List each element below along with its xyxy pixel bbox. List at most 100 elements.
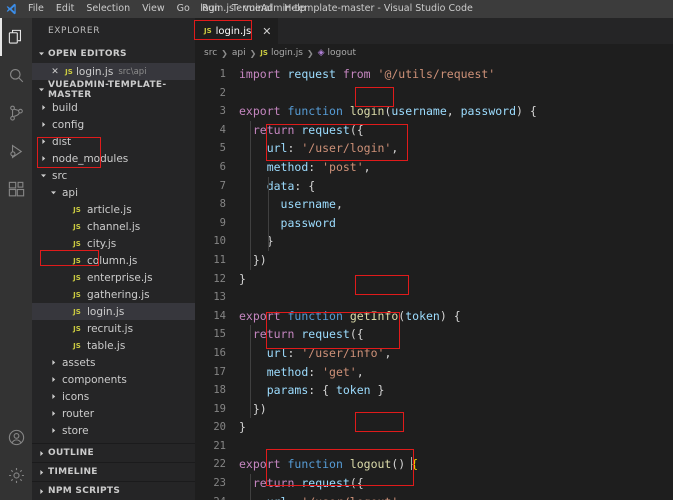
code-line[interactable]: }) xyxy=(239,251,673,270)
breadcrumb-item-logout[interactable]: ◈ logout xyxy=(318,48,356,58)
explorer-tree[interactable]: OPEN EDITORS ✕ JS login.js src\api VUEAD… xyxy=(32,44,195,443)
code-token: , xyxy=(336,197,343,211)
menu-item-terminal[interactable]: Terminal xyxy=(226,0,278,18)
code-line[interactable]: import request from '@/utils/request' xyxy=(239,65,673,84)
code-line[interactable]: url: '/user/info', xyxy=(239,344,673,363)
code-token: } xyxy=(371,383,385,397)
code-line[interactable]: export function logout() { xyxy=(239,455,673,474)
code-editor[interactable]: 1234567891011121314151617181920212223242… xyxy=(195,62,673,500)
tree-folder-router[interactable]: router xyxy=(32,405,195,422)
tree-file-login-js[interactable]: JSlogin.js xyxy=(32,303,195,320)
tree-file-recruit-js[interactable]: JSrecruit.js xyxy=(32,320,195,337)
code-content[interactable]: import request from '@/utils/request' exp… xyxy=(235,62,673,500)
tree-file-enterprise-js[interactable]: JSenterprise.js xyxy=(32,269,195,286)
breadcrumb[interactable]: src ❯ api ❯ JS login.js ❯ ◈ logout xyxy=(195,44,673,62)
chevron-right-icon xyxy=(35,485,48,498)
code-token xyxy=(371,67,378,81)
code-token: url xyxy=(267,346,288,360)
tree-item-label: article.js xyxy=(87,204,132,216)
code-line[interactable] xyxy=(239,437,673,456)
menu-bar[interactable]: File Edit Selection View Go Run Terminal… xyxy=(22,0,312,18)
code-line[interactable]: return request({ xyxy=(239,474,673,493)
run-and-debug-icon[interactable] xyxy=(0,132,32,170)
section-timeline-label: TIMELINE xyxy=(48,467,98,477)
menu-item-run[interactable]: Run xyxy=(196,0,226,18)
tree-file-gathering-js[interactable]: JSgathering.js xyxy=(32,286,195,303)
source-control-icon[interactable] xyxy=(0,94,32,132)
tree-folder-assets[interactable]: assets xyxy=(32,354,195,371)
tree-item-label: config xyxy=(52,119,84,131)
accounts-icon[interactable] xyxy=(0,418,32,456)
code-line[interactable]: export function login(username, password… xyxy=(239,102,673,121)
code-line[interactable]: username, xyxy=(239,195,673,214)
close-icon[interactable]: ✕ xyxy=(262,26,271,37)
code-line[interactable]: return request({ xyxy=(239,121,673,140)
tree-folder-dist[interactable]: dist xyxy=(32,133,195,150)
menu-item-go[interactable]: Go xyxy=(171,0,196,18)
code-token xyxy=(239,346,267,360)
tree-file-city-js[interactable]: JScity.js xyxy=(32,235,195,252)
code-line[interactable]: } xyxy=(239,270,673,289)
code-token: : { xyxy=(308,383,336,397)
code-line[interactable]: data: { xyxy=(239,177,673,196)
tree-file-article-js[interactable]: JSarticle.js xyxy=(32,201,195,218)
code-line[interactable]: password xyxy=(239,214,673,233)
project-file-tree[interactable]: buildconfigdistnode_modulessrcapiJSartic… xyxy=(32,99,195,443)
code-line[interactable]: method: 'get', xyxy=(239,363,673,382)
code-token: import xyxy=(239,67,281,81)
menu-item-help[interactable]: Help xyxy=(278,0,312,18)
code-line[interactable]: export function getInfo(token) { xyxy=(239,307,673,326)
section-project-root[interactable]: VUEADMIN-TEMPLATE-MASTER xyxy=(32,80,195,99)
breadcrumb-item-api[interactable]: api ❯ xyxy=(232,48,260,58)
tab-login-js[interactable]: JS login.js ✕ xyxy=(195,18,279,44)
line-number: 15 xyxy=(195,325,226,344)
menu-item-file[interactable]: File xyxy=(22,0,50,18)
breadcrumb-item-login-js[interactable]: JS login.js ❯ xyxy=(260,48,317,58)
tree-folder-config[interactable]: config xyxy=(32,116,195,133)
tree-item-label: login.js xyxy=(87,306,124,318)
code-line[interactable]: url: '/user/logout', xyxy=(239,493,673,500)
tree-item-label: components xyxy=(62,374,127,386)
section-npm-scripts[interactable]: NPM SCRIPTS xyxy=(32,481,195,500)
extensions-icon[interactable] xyxy=(0,170,32,208)
code-line[interactable]: url: '/user/login', xyxy=(239,139,673,158)
code-token: request xyxy=(301,123,349,137)
tree-folder-styles[interactable]: styles xyxy=(32,439,195,443)
settings-gear-icon[interactable] xyxy=(0,456,32,494)
code-line[interactable]: }) xyxy=(239,400,673,419)
section-open-editors[interactable]: OPEN EDITORS xyxy=(32,44,195,63)
code-line[interactable]: method: 'post', xyxy=(239,158,673,177)
menu-item-selection[interactable]: Selection xyxy=(80,0,136,18)
tree-file-table-js[interactable]: JStable.js xyxy=(32,337,195,354)
code-line[interactable]: return request({ xyxy=(239,325,673,344)
tree-folder-icons[interactable]: icons xyxy=(32,388,195,405)
tree-file-channel-js[interactable]: JSchannel.js xyxy=(32,218,195,235)
section-outline[interactable]: OUTLINE xyxy=(32,443,195,462)
tree-folder-build[interactable]: build xyxy=(32,99,195,116)
code-token xyxy=(239,141,267,155)
open-editor-login-js[interactable]: ✕ JS login.js src\api xyxy=(32,63,195,80)
menu-item-edit[interactable]: Edit xyxy=(50,0,80,18)
code-line[interactable]: params: { token } xyxy=(239,381,673,400)
tree-folder-node_modules[interactable]: node_modules xyxy=(32,150,195,167)
explorer-icon[interactable] xyxy=(0,18,32,56)
code-line[interactable] xyxy=(239,288,673,307)
breadcrumb-item-src[interactable]: src ❯ xyxy=(204,48,232,58)
tree-file-column-js[interactable]: JScolumn.js xyxy=(32,252,195,269)
js-file-icon: JS xyxy=(70,291,84,299)
tree-folder-src[interactable]: src xyxy=(32,167,195,184)
code-token: request xyxy=(301,327,349,341)
close-icon[interactable]: ✕ xyxy=(48,67,62,77)
js-file-icon: JS xyxy=(70,223,84,231)
search-icon[interactable] xyxy=(0,56,32,94)
section-timeline[interactable]: TIMELINE xyxy=(32,462,195,481)
code-token: method xyxy=(267,365,309,379)
code-line[interactable]: } xyxy=(239,232,673,251)
code-line[interactable] xyxy=(239,84,673,103)
code-line[interactable]: } xyxy=(239,418,673,437)
tree-folder-components[interactable]: components xyxy=(32,371,195,388)
tree-folder-store[interactable]: store xyxy=(32,422,195,439)
menu-item-view[interactable]: View xyxy=(136,0,171,18)
tree-folder-api[interactable]: api xyxy=(32,184,195,201)
line-number: 23 xyxy=(195,474,226,493)
